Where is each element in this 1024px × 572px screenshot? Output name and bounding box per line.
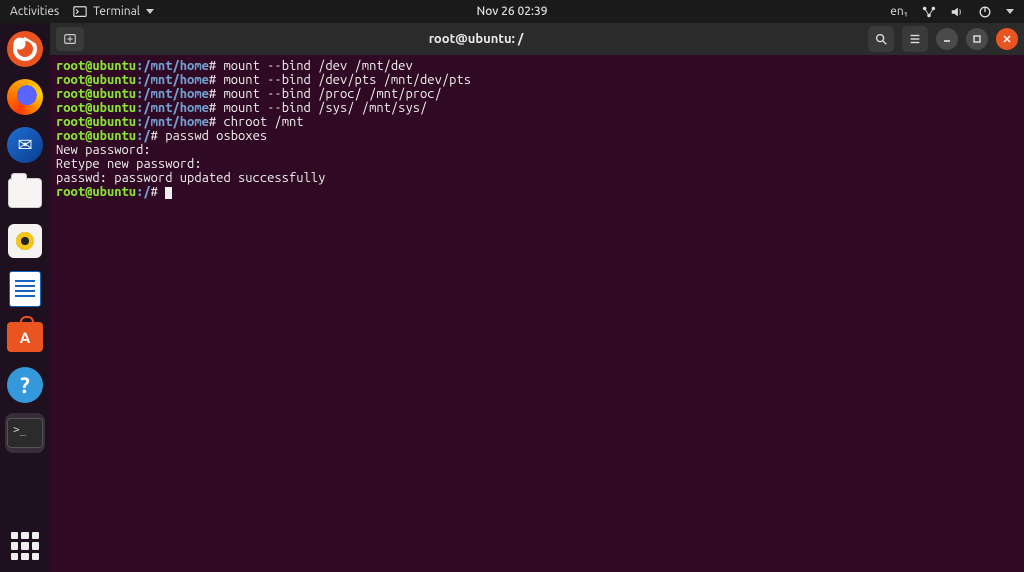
system-menu-chevron-icon[interactable] [1006, 9, 1014, 14]
terminal-body[interactable]: root@ubuntu:/mnt/home# mount --bind /dev… [50, 55, 1024, 572]
rhythmbox-icon [8, 224, 42, 258]
dock-ubuntu[interactable] [5, 29, 45, 69]
hamburger-menu-button[interactable] [902, 26, 928, 52]
hamburger-icon [908, 32, 922, 46]
writer-icon [9, 271, 41, 307]
app-menu-label: Terminal [93, 5, 140, 18]
dock-help[interactable]: ? [5, 365, 45, 405]
input-source-indicator[interactable]: en₁ [890, 5, 908, 18]
new-tab-button[interactable] [56, 27, 84, 51]
gnome-topbar: Activities Terminal Nov 26 02:39 en₁ [0, 0, 1024, 23]
search-button[interactable] [868, 26, 894, 52]
help-icon: ? [7, 367, 43, 403]
maximize-icon [972, 34, 982, 44]
dock-thunderbird[interactable] [5, 125, 45, 165]
network-icon[interactable] [922, 5, 936, 19]
activities-button[interactable]: Activities [10, 5, 59, 18]
software-icon [7, 322, 43, 352]
ubuntu-logo-icon [7, 31, 43, 67]
thunderbird-icon [7, 127, 43, 163]
volume-icon[interactable] [950, 5, 964, 19]
power-icon[interactable] [978, 5, 992, 19]
new-tab-icon [63, 32, 77, 46]
dock-firefox[interactable] [5, 77, 45, 117]
files-icon [8, 178, 42, 208]
close-icon [1002, 34, 1012, 44]
dock: ? [0, 23, 50, 572]
minimize-button[interactable] [936, 28, 958, 50]
maximize-button[interactable] [966, 28, 988, 50]
window-title: root@ubuntu: / [90, 32, 862, 46]
dock-terminal[interactable] [5, 413, 45, 453]
minimize-icon [942, 34, 952, 44]
terminal-indicator-icon [73, 5, 87, 19]
dock-files[interactable] [5, 173, 45, 213]
window-titlebar: root@ubuntu: / [50, 23, 1024, 55]
firefox-icon [7, 79, 43, 115]
app-menu[interactable]: Terminal [73, 5, 154, 19]
dock-rhythmbox[interactable] [5, 221, 45, 261]
terminal-app-icon [7, 418, 43, 448]
clock[interactable]: Nov 26 02:39 [476, 5, 547, 18]
chevron-down-icon [146, 9, 154, 14]
dock-writer[interactable] [5, 269, 45, 309]
show-applications-button[interactable] [11, 532, 39, 560]
search-icon [874, 32, 888, 46]
close-button[interactable] [996, 28, 1018, 50]
terminal-window: root@ubuntu: / root@ubuntu:/mnt/home# mo… [50, 23, 1024, 572]
dock-software[interactable] [5, 317, 45, 357]
